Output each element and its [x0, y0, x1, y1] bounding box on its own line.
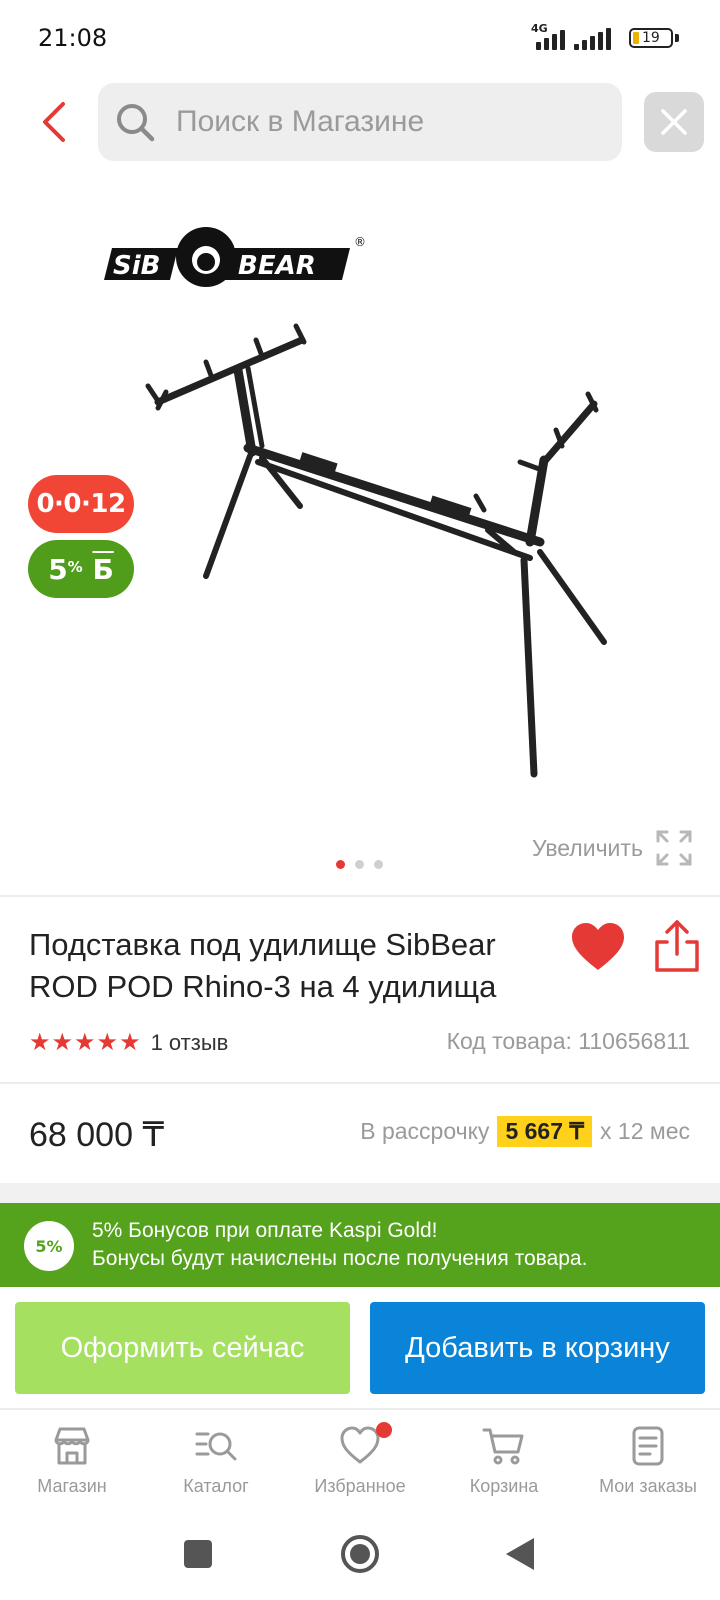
- nav-label-catalog: Каталог: [183, 1476, 249, 1496]
- bonus-text-line2: Бонусы будут начислены после получения т…: [92, 1247, 588, 1270]
- chevron-left-icon: [43, 102, 65, 142]
- nav-item-orders[interactable]: Мои заказы: [576, 1410, 720, 1510]
- nav-label-cart: Корзина: [469, 1476, 539, 1496]
- bottom-nav: Магазин Каталог Избранное Корзина Мои за…: [0, 1408, 720, 1508]
- back-button[interactable]: [30, 94, 78, 150]
- installment-info: В рассрочку 5 667 ₸ x 12 мес: [360, 1116, 690, 1147]
- battery-icon: 19: [629, 28, 673, 48]
- installment-badge: 0·0·12: [28, 475, 134, 533]
- star-icon: ★: [51, 1029, 74, 1056]
- bonus-badge-value: 5: [48, 552, 68, 586]
- search-input[interactable]: [176, 83, 606, 161]
- notification-dot: [376, 1422, 392, 1438]
- nav-item-shop[interactable]: Магазин: [0, 1410, 144, 1510]
- bonus-banner: 5% 5% Бонусов при оплате Kaspi Gold! Бон…: [0, 1203, 720, 1287]
- rating-stars: ★ ★ ★ ★ ★: [29, 1028, 141, 1057]
- close-icon: [661, 109, 687, 135]
- square-icon: [184, 1540, 212, 1568]
- installment-amount: 5 667 ₸: [497, 1116, 593, 1147]
- gallery-dot[interactable]: [336, 860, 345, 869]
- divider: [0, 1082, 720, 1084]
- gallery-dot[interactable]: [374, 860, 383, 869]
- bonus-badge-currency: Б: [92, 552, 114, 586]
- sibbear-logo: SiB BEAR ®: [104, 227, 366, 287]
- rating[interactable]: ★ ★ ★ ★ ★ 1 отзыв: [29, 1028, 228, 1057]
- rod-pod-drawing: [145, 323, 607, 778]
- share-button[interactable]: [653, 918, 701, 974]
- checkout-now-button[interactable]: Оформить сейчас: [15, 1302, 350, 1394]
- star-icon: ★: [96, 1029, 119, 1056]
- svg-text:SiB: SiB: [113, 251, 160, 281]
- orders-icon: [632, 1426, 664, 1466]
- reviews-link[interactable]: 1 отзыв: [151, 1030, 229, 1056]
- home-circle-icon: [341, 1535, 379, 1573]
- zoom-button[interactable]: Увеличить: [532, 826, 693, 870]
- signal-icon-2: [572, 26, 618, 50]
- nav-label-orders: Мои заказы: [599, 1476, 697, 1496]
- search-icon: [117, 104, 155, 142]
- bonus-percent-badge: 5%: [24, 1221, 74, 1271]
- nav-label-shop: Магазин: [37, 1476, 107, 1496]
- catalog-search-icon: [195, 1432, 237, 1461]
- triangle-back-icon: [506, 1538, 534, 1570]
- star-icon: ★: [29, 1029, 51, 1056]
- installment-suffix: x 12 мес: [600, 1118, 690, 1144]
- product-price: 68 000 ₸: [29, 1116, 165, 1154]
- status-bar: 21:08 4G 19: [0, 0, 720, 78]
- shop-icon: [54, 1427, 90, 1465]
- zoom-label: Увеличить: [532, 834, 643, 861]
- gallery-dot[interactable]: [355, 860, 364, 869]
- add-to-cart-button[interactable]: Добавить в корзину: [370, 1302, 705, 1394]
- cart-icon: [482, 1428, 524, 1465]
- heart-icon: [572, 923, 624, 970]
- share-icon: [655, 920, 699, 972]
- product-code: Код товара: 110656811: [446, 1028, 690, 1054]
- bonus-text-line1: 5% Бонусов при оплате Kaspi Gold!: [92, 1219, 438, 1242]
- svg-text:BEAR: BEAR: [238, 251, 316, 281]
- bonus-badge-unit: %: [67, 558, 83, 576]
- nav-item-catalog[interactable]: Каталог: [144, 1410, 288, 1510]
- favorite-button[interactable]: [570, 920, 626, 976]
- nav-item-cart[interactable]: Корзина: [432, 1410, 576, 1510]
- bonus-badge: 5% Б: [28, 540, 134, 598]
- clear-search-button[interactable]: [644, 92, 704, 152]
- star-icon: ★: [74, 1029, 96, 1056]
- battery-level: 19: [642, 30, 660, 46]
- star-icon: ★: [119, 1029, 141, 1056]
- system-nav-bar: [0, 1510, 720, 1600]
- product-title: Подставка под удилище SibBear ROD POD Rh…: [29, 927, 497, 1004]
- search-box[interactable]: [98, 83, 622, 161]
- gallery-pagination: [336, 860, 383, 870]
- installment-prefix: В рассрочку: [360, 1118, 490, 1144]
- expand-icon: [656, 830, 692, 866]
- signal-icon: [520, 26, 566, 50]
- nav-label-favorites: Избранное: [314, 1476, 406, 1496]
- svg-text:®: ®: [354, 235, 366, 249]
- home-button[interactable]: [336, 1530, 384, 1578]
- section-separator: [0, 1183, 720, 1203]
- system-back-button[interactable]: [496, 1530, 544, 1578]
- divider: [0, 895, 720, 897]
- status-time: 21:08: [38, 24, 108, 52]
- nav-item-favorites[interactable]: Избранное: [288, 1410, 432, 1510]
- recents-button[interactable]: [174, 1530, 222, 1578]
